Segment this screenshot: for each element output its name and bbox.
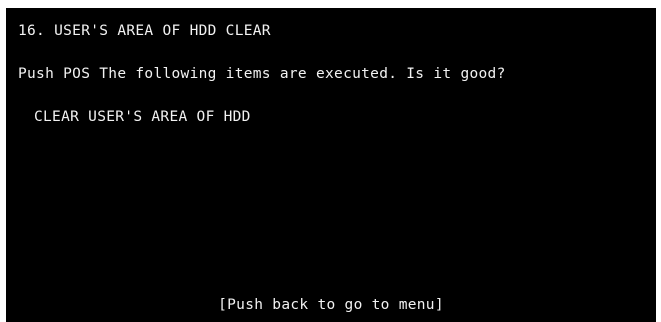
maintenance-screen: 16. USER'S AREA OF HDD CLEAR Push POS Th… <box>6 8 656 322</box>
list-item-clear-hdd-user-area: CLEAR USER'S AREA OF HDD <box>34 109 251 125</box>
back-to-menu-hint: [Push back to go to menu] <box>218 297 444 313</box>
screen-title: 16. USER'S AREA OF HDD CLEAR <box>18 23 271 39</box>
confirmation-prompt: Push POS The following items are execute… <box>18 66 506 82</box>
